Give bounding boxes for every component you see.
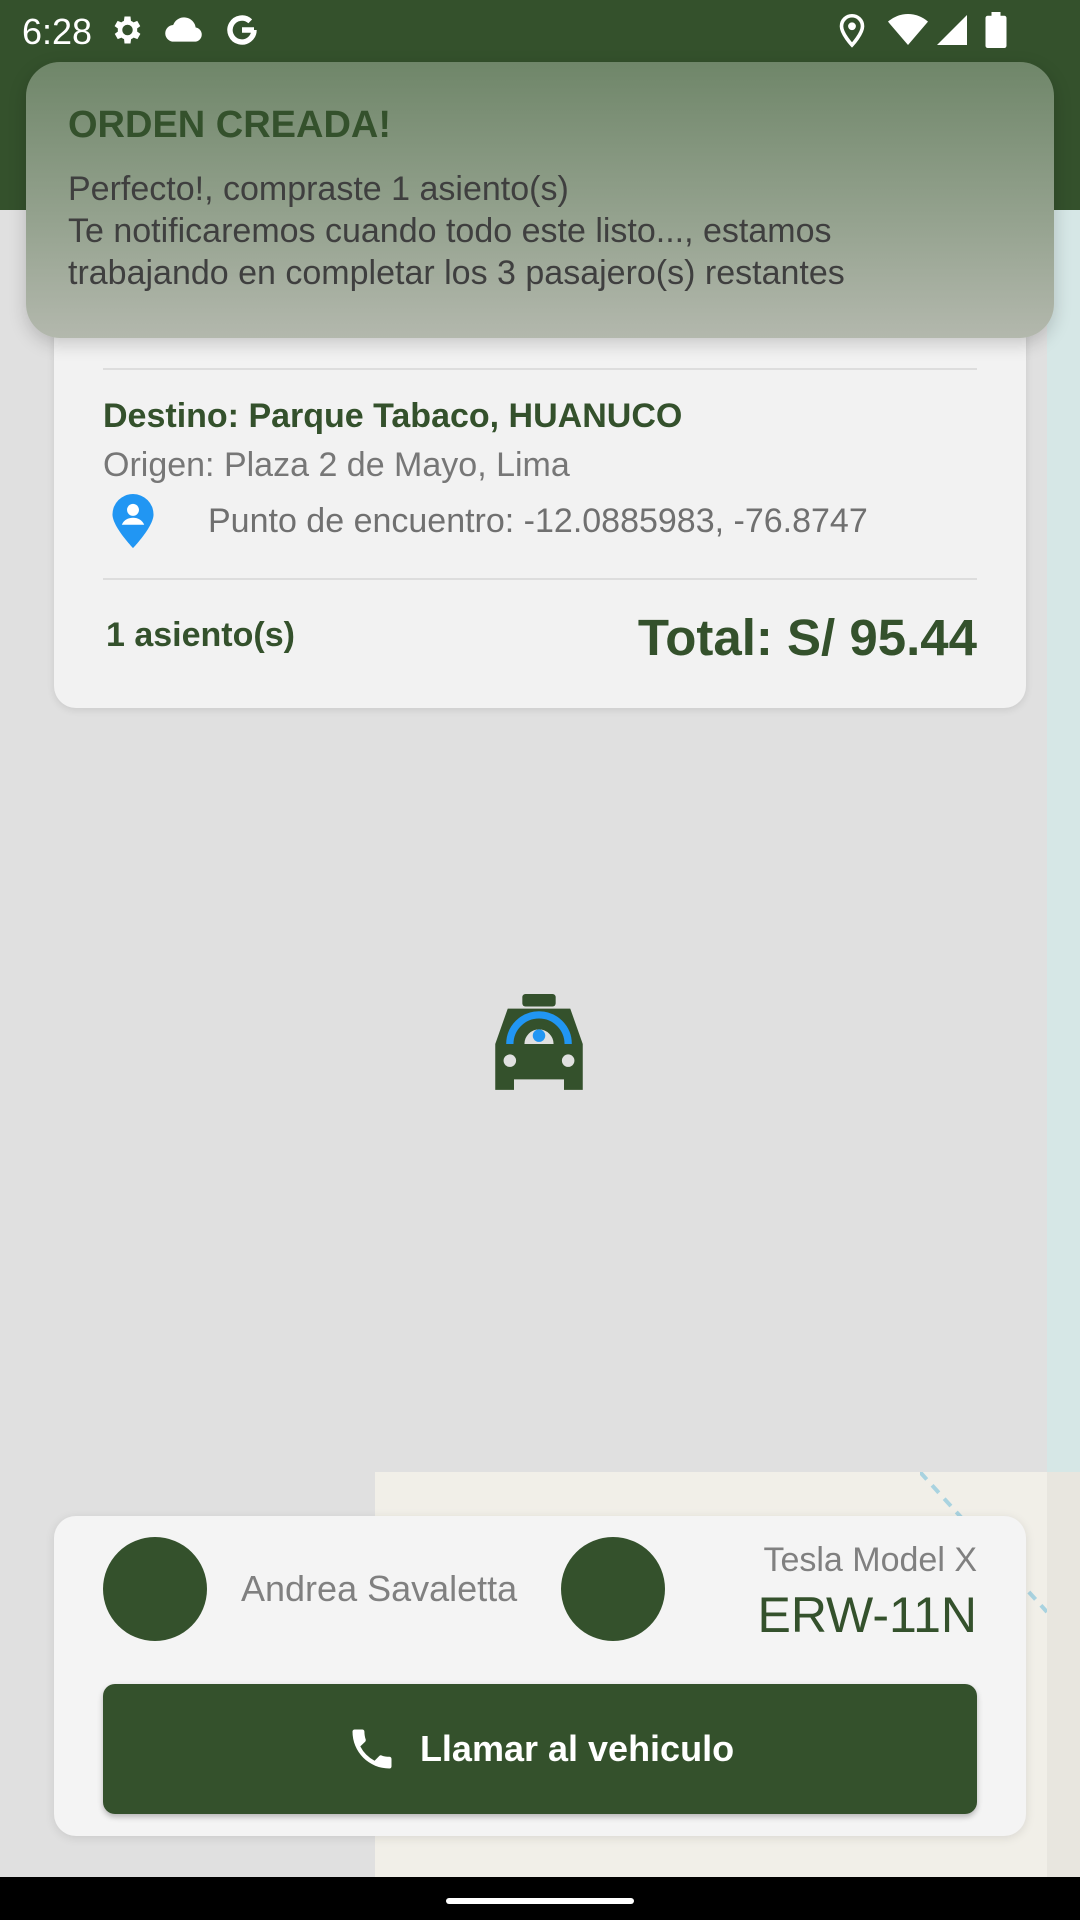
call-button-label: Llamar al vehiculo xyxy=(419,1728,735,1769)
meeting-point-label: Punto de encuentro: -12.0885983, -76.874… xyxy=(208,502,868,540)
vehicle-model: Tesla Model X xyxy=(763,1541,977,1579)
driver-name: Andrea Savaletta xyxy=(241,1568,518,1609)
toast-message-line: Perfecto!, compraste 1 asiento(s) xyxy=(68,170,569,208)
home-gesture-handle[interactable] xyxy=(446,1898,634,1904)
seats-count: 1 asiento(s) xyxy=(106,616,295,654)
battery-icon xyxy=(985,12,1007,48)
google-icon xyxy=(227,15,257,45)
phone-icon xyxy=(352,1729,392,1769)
map-land-edge xyxy=(1047,1472,1080,1877)
call-vehicle-button[interactable]: Llamar al vehiculo xyxy=(103,1684,977,1814)
toast-title: ORDEN CREADA! xyxy=(68,104,391,146)
status-time: 6:28 xyxy=(22,11,93,52)
card-divider xyxy=(103,578,977,580)
driver-avatar xyxy=(103,1537,207,1641)
cloud-icon xyxy=(165,17,202,42)
toast-message-line: trabajando en completar los 3 pasajero(s… xyxy=(68,254,845,292)
toast-message-line: Te notificaremos cuando todo este listo.… xyxy=(68,212,832,250)
card-divider xyxy=(103,368,977,370)
total-price: Total: S/ 95.44 xyxy=(637,609,977,666)
gear-icon xyxy=(114,16,141,44)
taxi-icon[interactable] xyxy=(486,994,592,1094)
person-pin-icon xyxy=(112,494,154,549)
location-icon xyxy=(839,14,865,48)
destination-label: Destino: Parque Tabaco, HUANUCO xyxy=(103,397,683,435)
origin-label: Origen: Plaza 2 de Mayo, Lima xyxy=(103,446,570,484)
wifi-icon xyxy=(888,14,928,45)
vehicle-avatar xyxy=(561,1537,665,1641)
vehicle-plate: ERW-11N xyxy=(757,1587,977,1643)
map-water-area xyxy=(1047,210,1080,1472)
signal-icon xyxy=(937,15,967,45)
